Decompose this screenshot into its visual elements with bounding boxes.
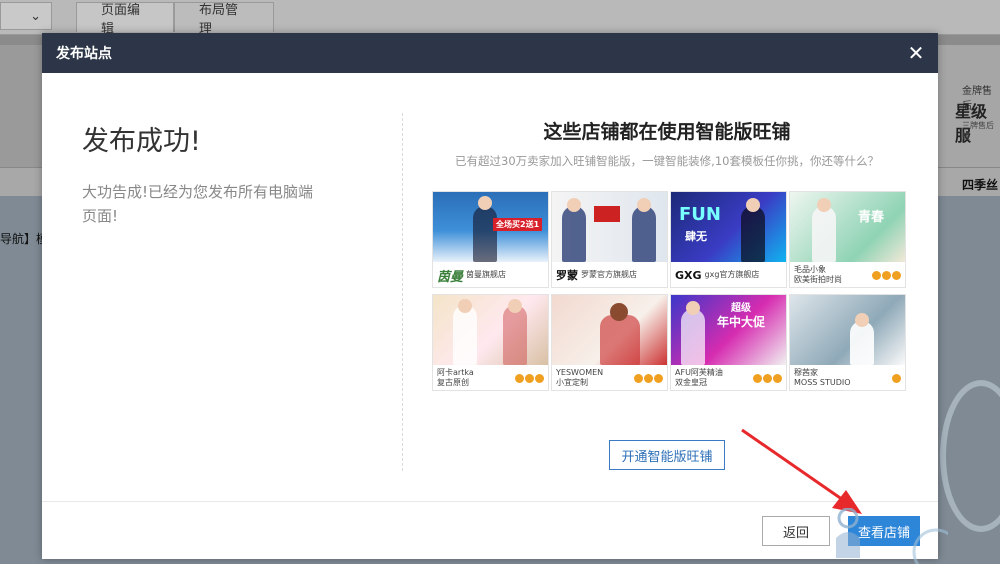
footer-divider [42,501,938,502]
promo-title: 这些店铺都在使用智能版旺铺 [543,121,791,143]
store-image [790,295,905,365]
store-image [433,295,548,365]
store-image: 青春 [790,192,905,262]
store-name: 穆茜家 MOSS STUDIO [794,368,851,387]
store-footer: 阿卡artka 复古原创 [433,365,548,390]
store-card-muxijia[interactable]: 穆茜家 MOSS STUDIO [789,294,906,391]
store-image: FUN 肆无 [671,192,786,262]
store-showcase-grid: 全场买2送1 茵曼 茵曼旗舰店 罗蒙 罗蒙官方旗舰店 FUN 肆无 GXG gx… [432,191,908,391]
background-banner-small: 三牌售后服 [962,121,994,141]
promo-subtitle: 已有超过30万卖家加入旺铺智能版，一键智能装修,10套模板任你挑，你还等什么？ [455,154,879,168]
store-footer: 穆茜家 MOSS STUDIO [790,365,905,390]
success-description: 大功告成!已经为您发布所有电脑端页面! [82,183,314,225]
store-banner-top-text: 超级 [731,303,751,314]
background-dropdown: ⌄ [0,2,52,30]
store-name: YESWOMEN 小宜定制 [556,368,604,387]
store-card-romon[interactable]: 罗蒙 罗蒙官方旗舰店 [551,191,668,288]
tab-layout-manage: 布局管理 [174,2,274,37]
open-smart-shop-button[interactable]: 开通智能版旺铺 [609,440,725,470]
store-crown-badges [872,270,901,280]
view-shop-button[interactable]: 查看店铺 [848,516,920,546]
store-footer: 毛品小象 欧美街拍时尚 [790,262,905,287]
store-image: 全场买2送1 [433,192,548,262]
store-card-maopin[interactable]: 青春 毛品小象 欧美街拍时尚 [789,191,906,288]
store-image [552,192,667,262]
store-footer: YESWOMEN 小宜定制 [552,365,667,390]
store-card-inman[interactable]: 全场买2送1 茵曼 茵曼旗舰店 [432,191,549,288]
store-footer: 罗蒙 罗蒙官方旗舰店 [552,262,667,287]
publish-modal: 发布站点 ✕ 发布成功! 大功告成!已经为您发布所有电脑端页面! 这些店铺都在使… [42,33,938,559]
modal-header: 发布站点 ✕ [42,33,938,73]
tab-page-edit: 页面编辑 [76,2,174,37]
store-name: 罗蒙官方旗舰店 [581,270,637,279]
store-logo: 罗蒙 [556,269,578,282]
store-name: 阿卡artka 复古原创 [437,368,474,387]
store-crown-badges [515,373,544,383]
background-strip-text: 四季丝 [962,178,999,192]
store-card-gxg[interactable]: FUN 肆无 GXG gxg官方旗舰店 [670,191,787,288]
store-footer: GXG gxg官方旗舰店 [671,262,786,287]
close-icon[interactable]: ✕ [906,43,926,63]
store-name: gxg官方旗舰店 [704,270,760,279]
success-pane: 发布成功! 大功告成!已经为您发布所有电脑端页面! [82,119,342,228]
success-title: 发布成功! [82,126,201,157]
store-footer: 茵曼 茵曼旗舰店 [433,262,548,287]
store-footer: AFU阿芙精油 双金皇冠 [671,365,786,390]
store-crown-badges [753,373,782,383]
store-name: 毛品小象 欧美街拍时尚 [794,265,842,284]
store-name: AFU阿芙精油 双金皇冠 [675,368,723,387]
store-banner-subtext: 肆无 [685,230,707,243]
store-banner-text: 青春 [858,210,885,225]
modal-title: 发布站点 [56,46,112,62]
chevron-down-icon: ⌄ [30,8,41,24]
store-logo: 茵曼 [437,269,464,285]
store-card-afu[interactable]: 超级 年中大促 AFU阿芙精油 双金皇冠 [670,294,787,391]
vertical-divider [402,113,403,471]
store-crown-badges [892,373,901,383]
background-nav-text: 导航】模 [0,232,49,246]
store-image [552,295,667,365]
back-button[interactable]: 返回 [762,516,830,546]
store-banner-text: 年中大促 [717,315,766,329]
store-card-yeswomen[interactable]: YESWOMEN 小宜定制 [551,294,668,391]
store-name: 茵曼旗舰店 [466,270,507,279]
store-logo: GXG [675,268,702,282]
store-crown-badges [634,373,663,383]
store-image: 超级 年中大促 [671,295,786,365]
store-banner-text: FUN [679,204,721,225]
store-banner-text: 全场买2送1 [493,218,543,231]
store-card-artka[interactable]: 阿卡artka 复古原创 [432,294,549,391]
